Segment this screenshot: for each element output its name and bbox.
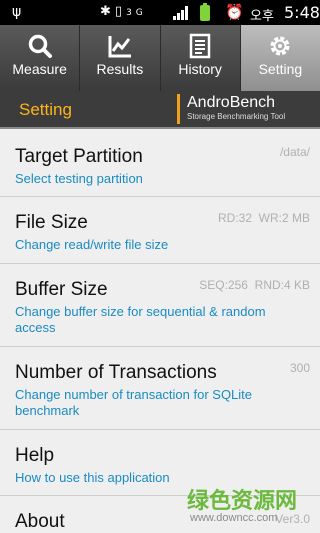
app-logo: AndroBench Storage Benchmarking Tool (177, 94, 313, 124)
brand-name: AndroBench (187, 94, 313, 111)
setting-title: Buffer Size (15, 279, 108, 300)
tab-history[interactable]: History (161, 25, 241, 91)
setting-subtitle: Select testing partition (15, 171, 143, 186)
brand-bench: Bench (229, 94, 276, 111)
tab-label: History (178, 61, 222, 77)
status-icons: ✱▯3G (100, 4, 147, 19)
tab-results[interactable]: Results (80, 25, 161, 91)
watermark-text: 绿色资源网 (187, 489, 298, 514)
setting-subtitle: Change read/write file size (15, 237, 169, 252)
magnifier-icon (0, 33, 79, 59)
alarm-icon: ⏰ (225, 3, 244, 21)
status-time: 5:48 (284, 3, 320, 22)
tab-label: Results (96, 61, 144, 77)
vibrate-icon: ▯ (114, 4, 127, 19)
setting-file-size[interactable]: File Size Change read/write file size RD… (0, 197, 320, 264)
tab-measure[interactable]: Measure (0, 25, 81, 91)
setting-value: RD:32 WR:2 MB (217, 211, 310, 225)
setting-value: /data/ (279, 145, 310, 159)
setting-title: About (15, 511, 65, 532)
setting-title: Number of Transactions (15, 362, 217, 383)
status-bar: ψ ✱▯3G ⏰ 오후 5:48 (0, 0, 320, 25)
setting-title: File Size (15, 212, 88, 233)
brand-tagline: Storage Benchmarking Tool (187, 112, 286, 121)
tab-bar: Measure Results History Setting (0, 25, 320, 91)
setting-subtitle: Change number of transaction for SQLite … (15, 387, 253, 418)
3g-icon: 3G (126, 8, 147, 18)
usb-icon: ψ (12, 4, 22, 20)
setting-buffer-size[interactable]: Buffer Size Change buffer size for seque… (0, 264, 320, 347)
watermark-url: www.downcc.com (190, 512, 278, 524)
title-bar: Setting AndroBench Storage Benchmarking … (0, 91, 320, 129)
status-ampm: 오후 (250, 9, 274, 24)
document-icon (161, 33, 240, 59)
battery-icon (200, 3, 210, 21)
gear-icon (241, 33, 320, 59)
bluetooth-icon: ✱ (100, 4, 115, 19)
setting-title: Help (15, 445, 55, 466)
setting-number-of-transactions[interactable]: Number of Transactions Change number of … (0, 347, 320, 430)
chart-icon (80, 33, 159, 59)
setting-subtitle: Change buffer size for sequential & rand… (15, 304, 266, 335)
setting-target-partition[interactable]: Target Partition Select testing partitio… (0, 131, 320, 197)
setting-value: SEQ:256 RND:4 KB (199, 278, 310, 292)
tab-label: Measure (12, 61, 67, 77)
tab-label: Setting (258, 61, 303, 77)
brand-andro: Andro (187, 94, 230, 111)
signal-icon (173, 6, 191, 20)
setting-title: Target Partition (15, 146, 143, 167)
page-title: Setting (19, 100, 72, 119)
tab-setting[interactable]: Setting (240, 25, 320, 91)
setting-value: 300 (289, 361, 310, 375)
